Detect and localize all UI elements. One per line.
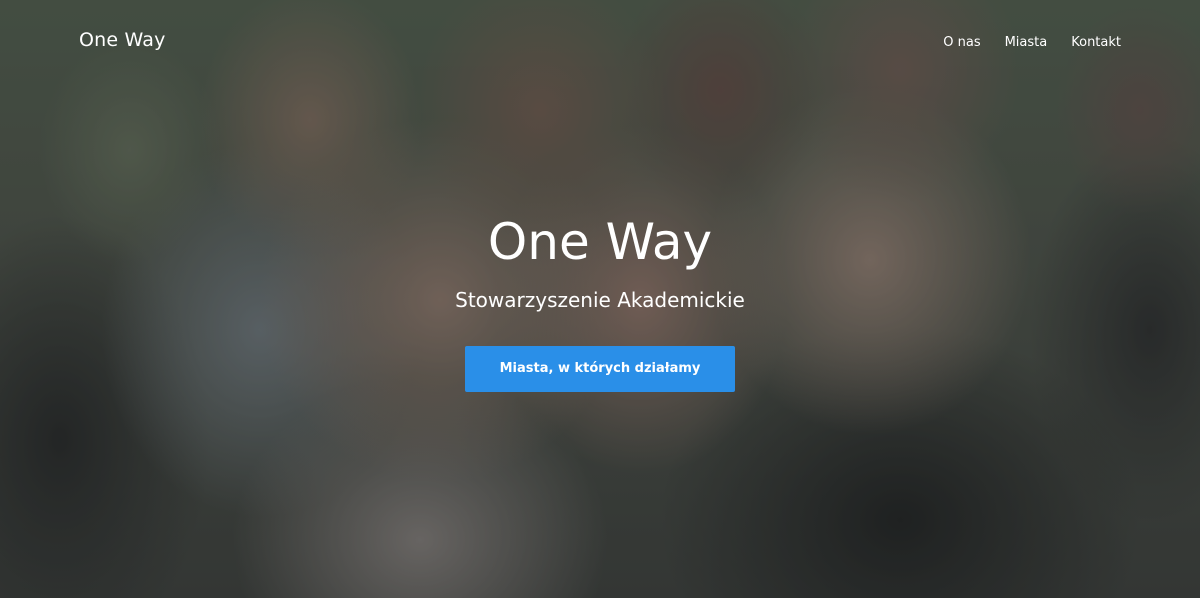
cities-cta-button[interactable]: Miasta, w których działamy <box>465 346 735 392</box>
hero-section: One Way O nas Miasta Kontakt One Way Sto… <box>0 0 1200 598</box>
hero-content: One Way Stowarzyszenie Akademickie Miast… <box>0 0 1200 598</box>
hero-title: One Way <box>487 213 713 271</box>
hero-subtitle: Stowarzyszenie Akademickie <box>455 288 745 312</box>
